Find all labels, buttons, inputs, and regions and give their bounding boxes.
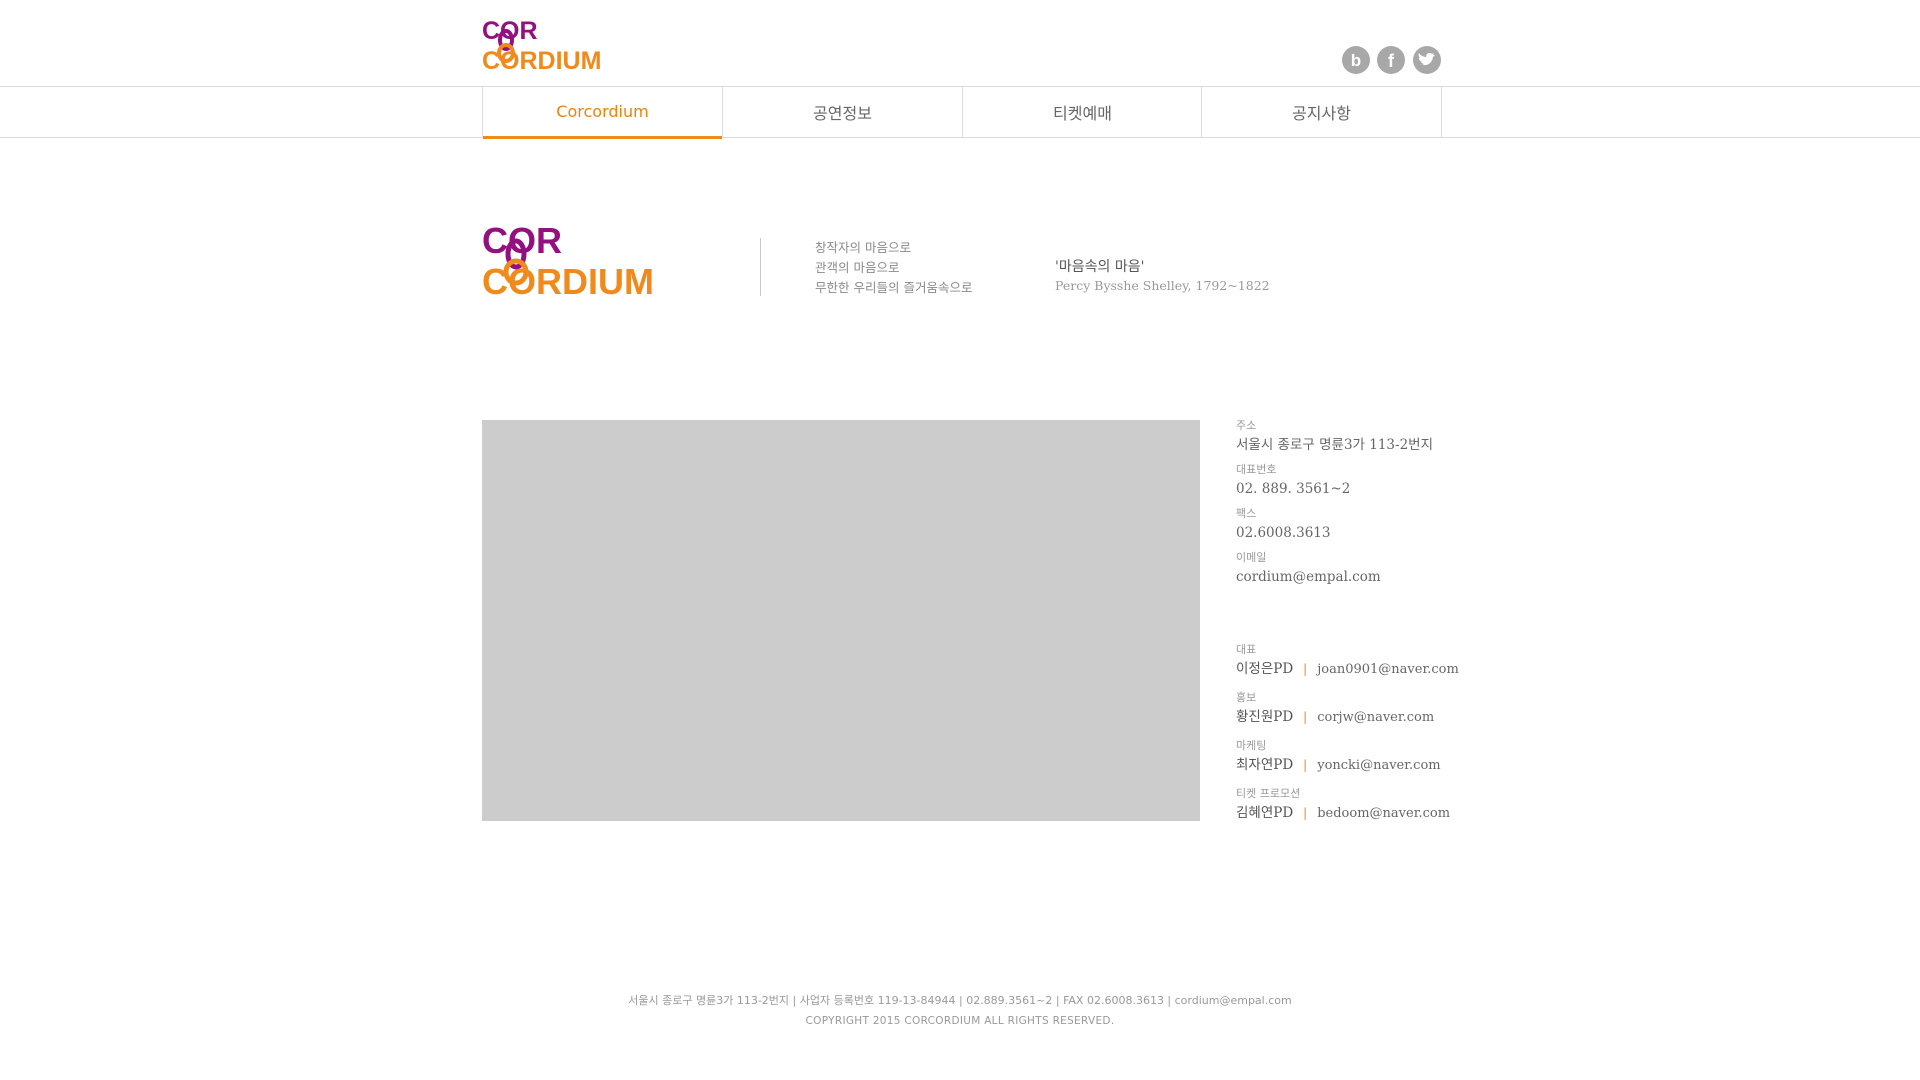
address-label: 주소 bbox=[1236, 419, 1257, 432]
staff-name: 최자연PD bbox=[1236, 757, 1294, 773]
footer-info: 서울시 종로구 명륜3가 113-2번지 | 사업자 등록번호 119-13-8… bbox=[628, 994, 1292, 1007]
nav-item-label: 공연정보 bbox=[813, 103, 872, 123]
phone-value: 02. 889. 3561~2 bbox=[1236, 481, 1351, 497]
facebook-icon[interactable]: f bbox=[1377, 46, 1405, 74]
intro-line: 창작자의 마음으로 bbox=[815, 240, 911, 255]
quote-source: Percy Bysshe Shelley, 1792~1822 bbox=[1055, 278, 1270, 293]
staff-name: 김혜연PD bbox=[1236, 805, 1294, 821]
staff-list: 대표 이정은PD | joan0901@naver.com 홍보 황진원PD | cor… bbox=[1236, 643, 1459, 823]
svg-text:f: f bbox=[1388, 51, 1395, 71]
staff-role: 마케팅 bbox=[1236, 739, 1267, 752]
separator: | bbox=[1303, 662, 1308, 676]
staff-item: 티켓 프로모션 김혜연PD | bedoom@naver.com bbox=[1236, 787, 1459, 823]
twitter-icon[interactable] bbox=[1413, 46, 1441, 74]
address-value: 서울시 종로구 명륜3가 113-2번지 bbox=[1236, 437, 1434, 453]
intro-text: 창작자의 마음으로 관객의 마음으로 무한한 우리들의 즐거움속으로 bbox=[815, 238, 972, 298]
staff-item: 마케팅 최자연PD | yoncki@naver.com bbox=[1236, 739, 1459, 775]
main-nav: Corcordium 공연정보 티켓예매 공지사항 bbox=[0, 86, 1920, 139]
svg-text:b: b bbox=[1351, 51, 1361, 70]
contact-info: 주소 서울시 종로구 명륜3가 113-2번지 대표번호 02. 889. 35… bbox=[1236, 419, 1433, 586]
staff-role: 대표 bbox=[1236, 643, 1257, 656]
nav-item-label: Corcordium bbox=[556, 102, 649, 121]
intro-line: 무한한 우리들의 즐거움속으로 bbox=[815, 280, 973, 295]
footer-copyright: COPYRIGHT 2015 CORCORDIUM ALL RIGHTS RES… bbox=[805, 1015, 1115, 1027]
fax-value: 02.6008.3613 bbox=[1236, 525, 1331, 541]
separator: | bbox=[1303, 806, 1308, 820]
staff-role: 티켓 프로모션 bbox=[1236, 787, 1301, 800]
email-value[interactable]: cordium@empal.com bbox=[1236, 568, 1433, 586]
staff-role: 홍보 bbox=[1236, 691, 1257, 704]
separator: | bbox=[1303, 710, 1308, 724]
staff-item: 홍보 황진원PD | corjw@naver.com bbox=[1236, 691, 1459, 727]
nav-item-label: 티켓예매 bbox=[1053, 103, 1112, 123]
staff-email[interactable]: corjw@naver.com bbox=[1317, 710, 1434, 725]
staff-item: 대표 이정은PD | joan0901@naver.com bbox=[1236, 643, 1459, 679]
staff-name: 이정은PD bbox=[1236, 661, 1294, 677]
email-label: 이메일 bbox=[1236, 551, 1267, 564]
nav-item-performances[interactable]: 공연정보 bbox=[722, 86, 962, 137]
phone-label: 대표번호 bbox=[1236, 463, 1277, 476]
nav-item-notices[interactable]: 공지사항 bbox=[1201, 86, 1442, 137]
nav-item-corcordium[interactable]: Corcordium bbox=[482, 86, 722, 139]
blog-icon[interactable]: b bbox=[1342, 46, 1370, 74]
staff-email[interactable]: bedoom@naver.com bbox=[1317, 806, 1450, 821]
separator: | bbox=[1303, 758, 1308, 772]
nav-item-label: 공지사항 bbox=[1292, 103, 1351, 123]
staff-email[interactable]: yoncki@naver.com bbox=[1317, 758, 1440, 773]
corcordium-logo-large: COR CORDIUM bbox=[482, 220, 707, 302]
nav-item-tickets[interactable]: 티켓예매 bbox=[962, 86, 1202, 137]
staff-name: 황진원PD bbox=[1236, 709, 1294, 725]
site-header: COR CORDIUM b f bbox=[0, 0, 1920, 87]
map-placeholder[interactable] bbox=[482, 420, 1200, 821]
intro-divider bbox=[760, 238, 761, 296]
corcordium-logo[interactable]: COR CORDIUM bbox=[482, 16, 642, 75]
staff-email[interactable]: joan0901@naver.com bbox=[1317, 662, 1459, 677]
fax-label: 팩스 bbox=[1236, 507, 1257, 520]
intro-line: 관객의 마음으로 bbox=[815, 260, 900, 275]
quote-title: '마음속의 마음' bbox=[1055, 259, 1145, 275]
